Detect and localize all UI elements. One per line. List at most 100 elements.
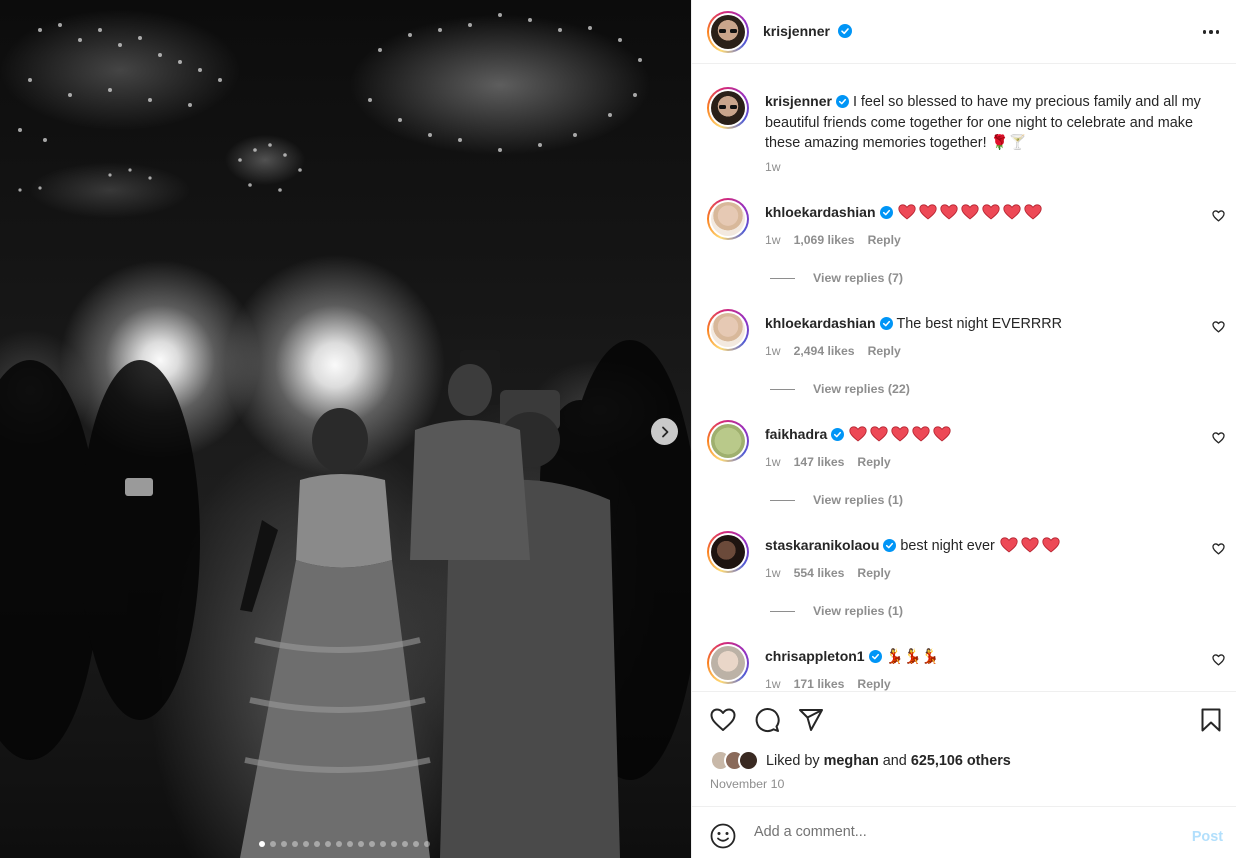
comment-likes[interactable]: 554 likes — [794, 566, 845, 580]
comment-like[interactable] — [1212, 654, 1225, 666]
party-scene-illustration — [0, 13, 691, 858]
heart-emojis — [849, 426, 951, 442]
comment-like[interactable] — [1212, 321, 1225, 333]
like-comment-icon[interactable] — [1212, 432, 1225, 444]
replies-divider — [770, 277, 795, 279]
view-replies[interactable]: View replies (7) — [770, 271, 903, 285]
more-options-icon[interactable] — [1199, 22, 1223, 42]
view-replies-label[interactable]: View replies (1) — [813, 604, 903, 618]
carousel-next-button[interactable] — [651, 418, 678, 445]
comment-age[interactable]: 1w — [765, 566, 781, 580]
commenter-username[interactable]: staskaranikolaou — [765, 537, 879, 553]
carousel-dot — [358, 841, 364, 847]
liked-by-others[interactable]: 625,106 others — [911, 753, 1011, 769]
commenter-avatar[interactable] — [707, 198, 749, 240]
comment-icon[interactable] — [754, 707, 780, 733]
comment-like[interactable] — [1212, 543, 1225, 555]
post-comment-button[interactable]: Post — [1192, 829, 1223, 845]
view-replies[interactable]: View replies (1) — [770, 604, 903, 618]
carousel-dot — [347, 841, 353, 847]
post-side-panel: krisjenner krisjenner I feel so blessed t… — [691, 0, 1236, 858]
reply-button[interactable]: Reply — [857, 677, 890, 691]
carousel-dot — [380, 841, 386, 847]
carousel-dot — [281, 841, 287, 847]
comment-like[interactable] — [1212, 432, 1225, 444]
liked-by-prefix: Liked by — [766, 752, 820, 769]
like-comment-icon[interactable] — [1212, 321, 1225, 333]
comment-age[interactable]: 1w — [765, 455, 781, 469]
liker-avatars — [710, 750, 759, 771]
view-replies-label[interactable]: View replies (22) — [813, 382, 910, 396]
carousel-dot — [303, 841, 309, 847]
like-comment-icon[interactable] — [1212, 654, 1225, 666]
comment-meta: 1w 1,069 likes Reply — [765, 233, 901, 247]
commenter-username[interactable]: khloekardashian — [765, 315, 876, 331]
reply-button[interactable]: Reply — [857, 566, 890, 580]
view-replies-label[interactable]: View replies (1) — [813, 493, 903, 507]
comment-age[interactable]: 1w — [765, 344, 781, 358]
red-heart-icon — [1042, 537, 1060, 553]
comment-age[interactable]: 1w — [765, 233, 781, 247]
comment-likes[interactable]: 2,494 likes — [794, 344, 855, 358]
verified-badge-icon — [879, 317, 893, 330]
commenter-avatar[interactable] — [707, 642, 749, 684]
author-username[interactable]: krisjenner — [763, 23, 830, 39]
red-heart-icon — [1021, 537, 1039, 553]
author-avatar[interactable] — [707, 11, 749, 53]
bookmark-icon[interactable] — [1200, 708, 1222, 732]
post-date[interactable]: November 10 — [710, 777, 784, 791]
comment-age[interactable]: 1w — [765, 677, 781, 691]
red-heart-icon — [870, 426, 888, 442]
author-avatar[interactable] — [707, 87, 749, 129]
share-icon[interactable] — [798, 708, 824, 732]
comment-likes[interactable]: 1,069 likes — [794, 233, 855, 247]
commenter-username[interactable]: khloekardashian — [765, 204, 876, 220]
camera — [125, 478, 153, 496]
comment-likes[interactable]: 147 likes — [794, 455, 845, 469]
liker-avatar — [738, 750, 759, 771]
sunglasses-icon — [719, 29, 737, 33]
comments-list[interactable]: krisjenner I feel so blessed to have my p… — [692, 65, 1236, 691]
carousel-dot — [259, 841, 265, 847]
comment-likes[interactable]: 171 likes — [794, 677, 845, 691]
reply-button[interactable]: Reply — [868, 233, 901, 247]
heart-icon[interactable] — [710, 708, 736, 732]
comment-text: faikhadra — [765, 424, 1225, 446]
caption-username[interactable]: krisjenner — [765, 93, 832, 109]
post-photo[interactable] — [0, 0, 691, 858]
post-actions: Liked by meghan and 625,106 others Novem… — [692, 691, 1236, 806]
commenter-avatar[interactable] — [707, 420, 749, 462]
comment-body: best night ever — [900, 538, 995, 554]
liked-by-user[interactable]: meghan — [824, 753, 879, 769]
woman-in-gown — [240, 408, 431, 858]
comment-meta: 1w 554 likes Reply — [765, 566, 891, 580]
like-comment-icon[interactable] — [1212, 543, 1225, 555]
comment-like[interactable] — [1212, 210, 1225, 222]
carousel-dot — [369, 841, 375, 847]
commenter-username[interactable]: faikhadra — [765, 426, 827, 442]
commenter-avatar[interactable] — [707, 531, 749, 573]
carousel-dot — [270, 841, 276, 847]
red-heart-icon — [1000, 537, 1018, 553]
comment-body: The best night EVERRRR — [896, 316, 1063, 332]
view-replies-label[interactable]: View replies (7) — [813, 271, 903, 285]
verified-badge-icon — [831, 428, 845, 441]
replies-divider — [770, 499, 795, 501]
emoji-icon[interactable] — [710, 823, 736, 849]
replies-divider — [770, 610, 795, 612]
view-replies[interactable]: View replies (1) — [770, 493, 903, 507]
red-heart-icon — [912, 426, 930, 442]
reply-button[interactable]: Reply — [857, 455, 890, 469]
commenter-username[interactable]: chrisappleton1 — [765, 648, 865, 664]
caption-text: krisjenner I feel so blessed to have my p… — [765, 91, 1225, 154]
liked-by[interactable]: Liked by meghan and 625,106 others — [710, 750, 1011, 771]
view-replies[interactable]: View replies (22) — [770, 382, 910, 396]
caption-age: 1w — [765, 160, 781, 174]
carousel-dot — [292, 841, 298, 847]
heart-emojis — [897, 204, 1042, 220]
like-comment-icon[interactable] — [1212, 210, 1225, 222]
reply-button[interactable]: Reply — [868, 344, 901, 358]
commenter-avatar[interactable] — [707, 309, 749, 351]
verified-badge-icon — [868, 650, 882, 663]
comment-input[interactable] — [754, 821, 1154, 843]
